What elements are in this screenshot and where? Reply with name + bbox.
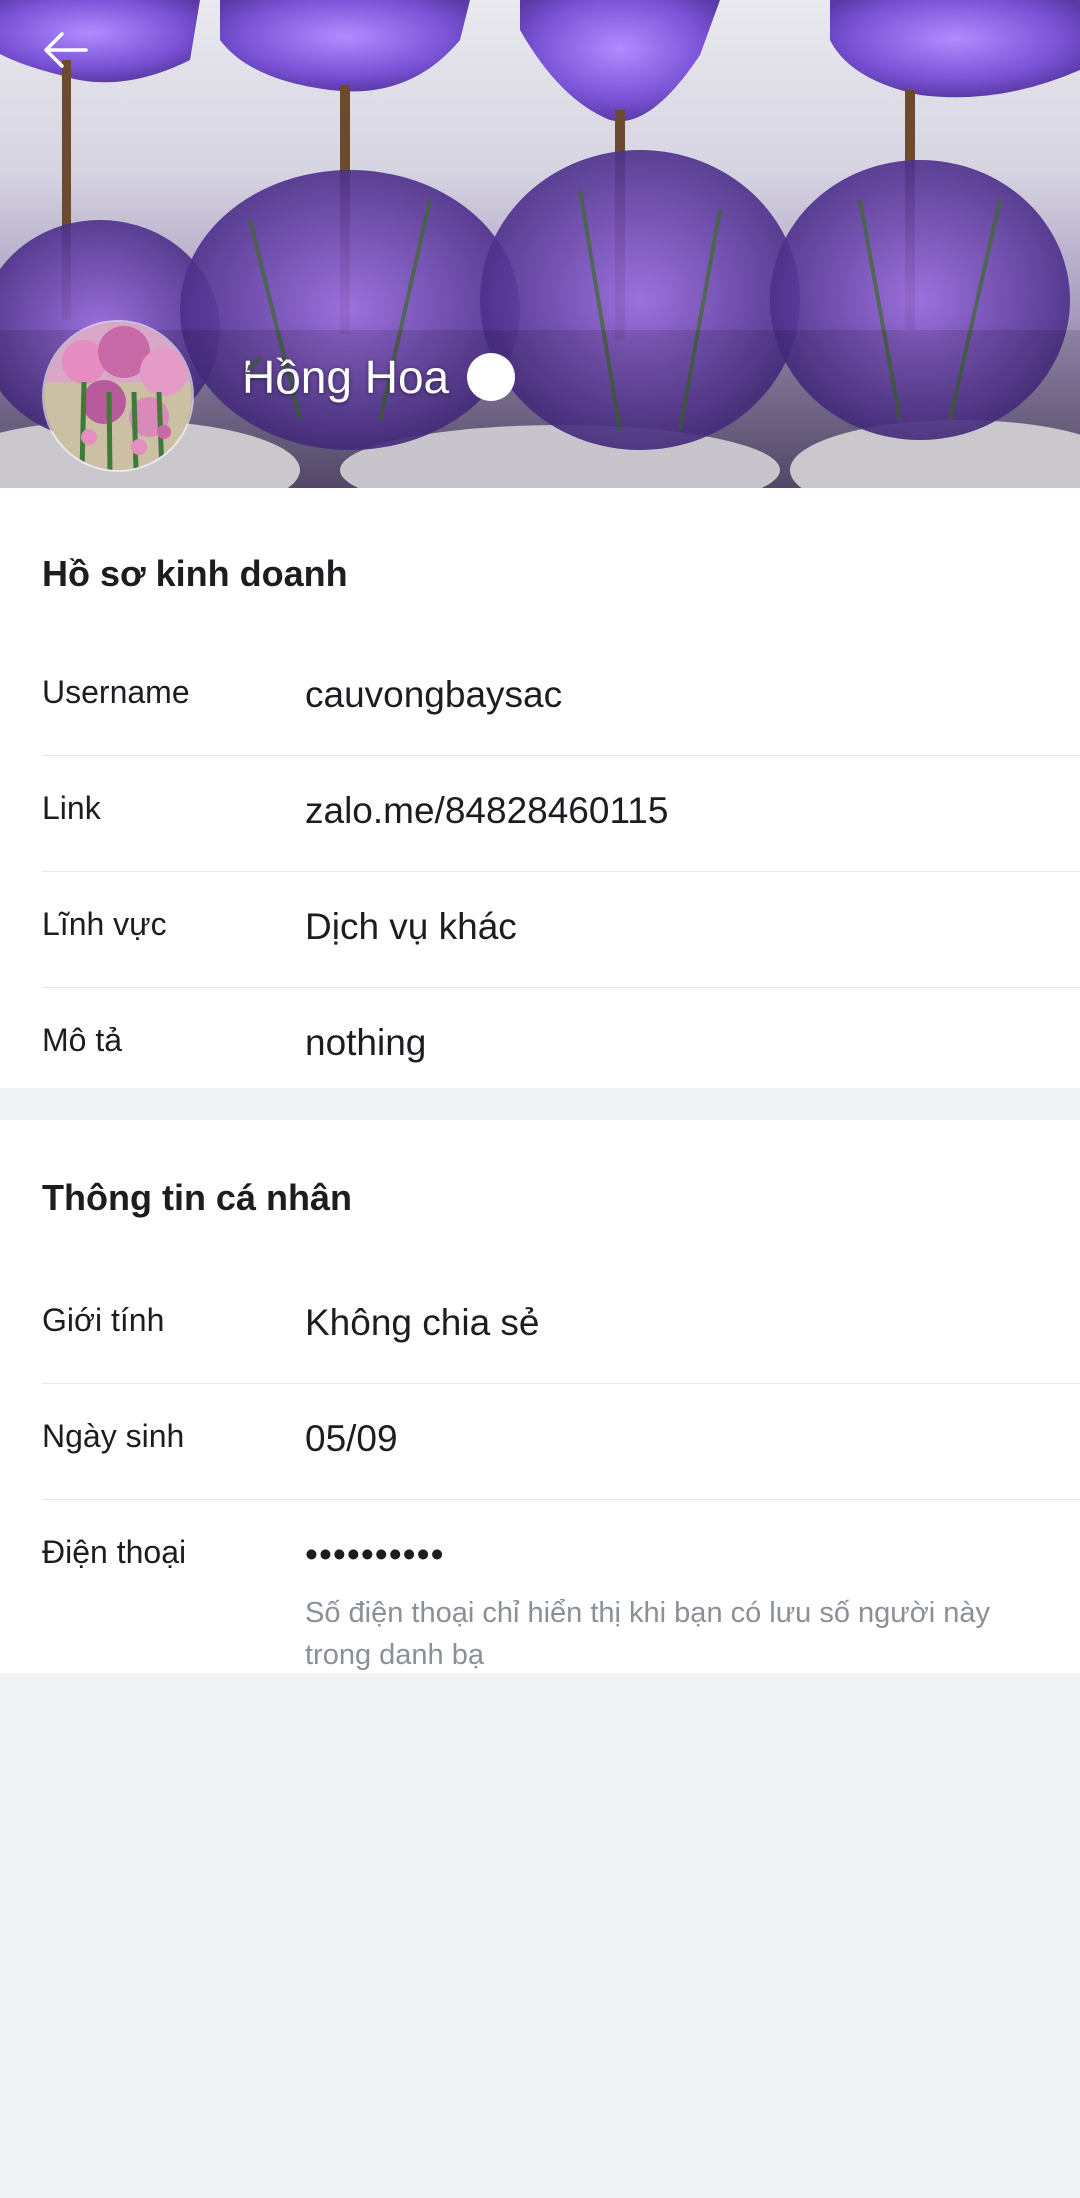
row-label: Mô tả: [42, 1022, 123, 1058]
info-row-gender[interactable]: Giới tính Không chia sẻ: [42, 1268, 1080, 1384]
personal-info-title: Thông tin cá nhân: [42, 1177, 352, 1218]
info-row-birthday[interactable]: Ngày sinh 05/09: [42, 1384, 1080, 1500]
row-value: cauvongbaysac: [305, 674, 563, 715]
avatar[interactable]: [42, 320, 194, 472]
row-label: Lĩnh vực: [42, 906, 167, 942]
pencil-icon: [246, 355, 264, 374]
row-label: Điện thoại: [42, 1534, 187, 1570]
edit-name-button[interactable]: [246, 353, 516, 401]
personal-info-section: Thông tin cá nhân Giới tính Không chia s…: [0, 1120, 1080, 1673]
row-value: nothing: [305, 1022, 427, 1063]
profile-name: Hồng Hoa: [242, 351, 450, 403]
profile-name-row: Hồng Hoa: [242, 350, 516, 404]
row-label: Giới tính: [42, 1302, 165, 1338]
phone-visibility-note: Số điện thoại chỉ hiển thị khi bạn có lư…: [305, 1597, 990, 1671]
info-row-link[interactable]: Link zalo.me/84828460115: [42, 756, 1080, 872]
avatar-image: [44, 322, 192, 470]
row-value: 05/09: [305, 1418, 398, 1459]
row-label: Link: [42, 790, 101, 826]
info-row-field[interactable]: Lĩnh vực Dịch vụ khác: [42, 872, 1080, 988]
arrow-left-icon: [44, 32, 88, 68]
info-row-username[interactable]: Username cauvongbaysac: [42, 640, 1080, 756]
info-row-description[interactable]: Mô tả nothing: [42, 988, 1080, 1104]
business-profile-title: Hồ sơ kinh doanh: [42, 553, 348, 594]
row-label: Ngày sinh: [42, 1418, 185, 1454]
info-row-phone[interactable]: Điện thoại •••••••••• Số điện thoại chỉ …: [42, 1500, 1080, 1671]
row-label: Username: [42, 674, 190, 710]
row-value: Dịch vụ khác: [305, 906, 517, 947]
phone-value: ••••••••••: [305, 1534, 445, 1575]
row-value: Không chia sẻ: [305, 1302, 540, 1343]
row-value[interactable]: zalo.me/84828460115: [305, 790, 668, 832]
cover-photo[interactable]: Hồng Hoa: [0, 0, 1080, 488]
back-button[interactable]: [40, 30, 110, 100]
business-profile-section: Hồ sơ kinh doanh Username cauvongbaysac …: [0, 488, 1080, 1088]
